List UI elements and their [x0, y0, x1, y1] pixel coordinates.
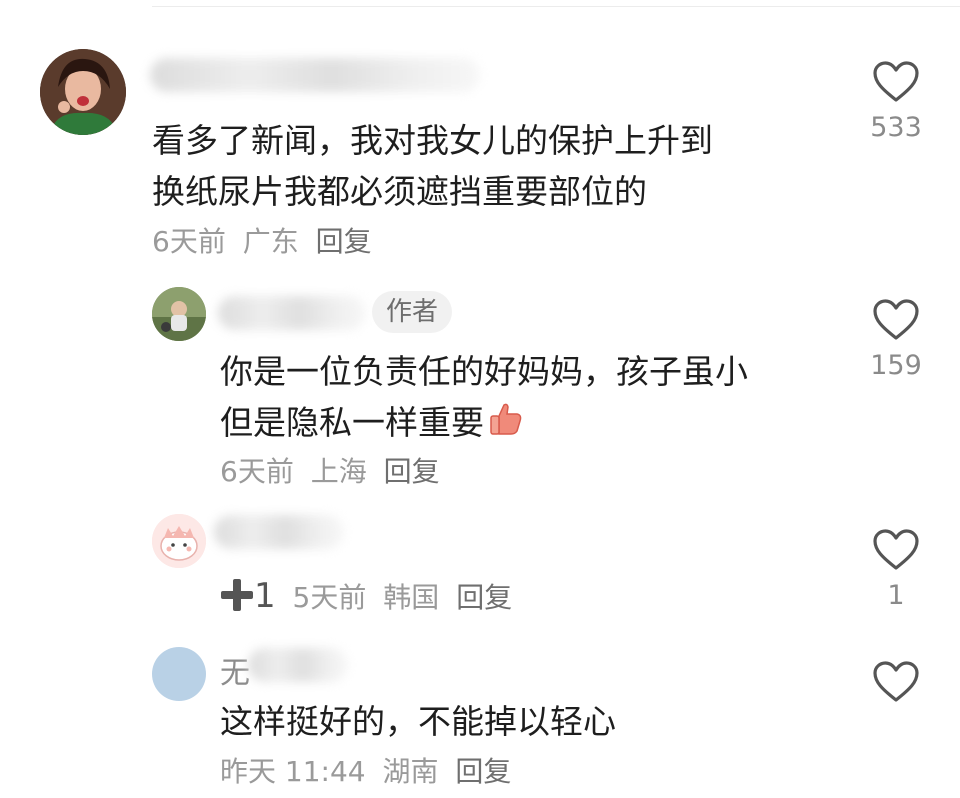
location: 湖南: [382, 755, 439, 788]
timestamp: 昨天 11:44: [220, 755, 366, 788]
reply-button[interactable]: 回复: [455, 755, 511, 788]
comment-meta: 昨天 11:44 湖南 回复: [220, 750, 519, 790]
avatar[interactable]: [152, 647, 206, 701]
comment-text: 这样挺好的，不能掉以轻心: [220, 696, 616, 747]
comment-line: 这样挺好的，不能掉以轻心: [220, 702, 616, 741]
heart-icon: [873, 661, 919, 702]
comment-item-4: 无 这样挺好的，不能掉以轻心 昨天 11:44 湖南 回复: [0, 0, 960, 798]
username-prefix[interactable]: 无: [220, 648, 250, 692]
username-blurred[interactable]: [248, 648, 348, 682]
like-button[interactable]: [866, 660, 926, 704]
